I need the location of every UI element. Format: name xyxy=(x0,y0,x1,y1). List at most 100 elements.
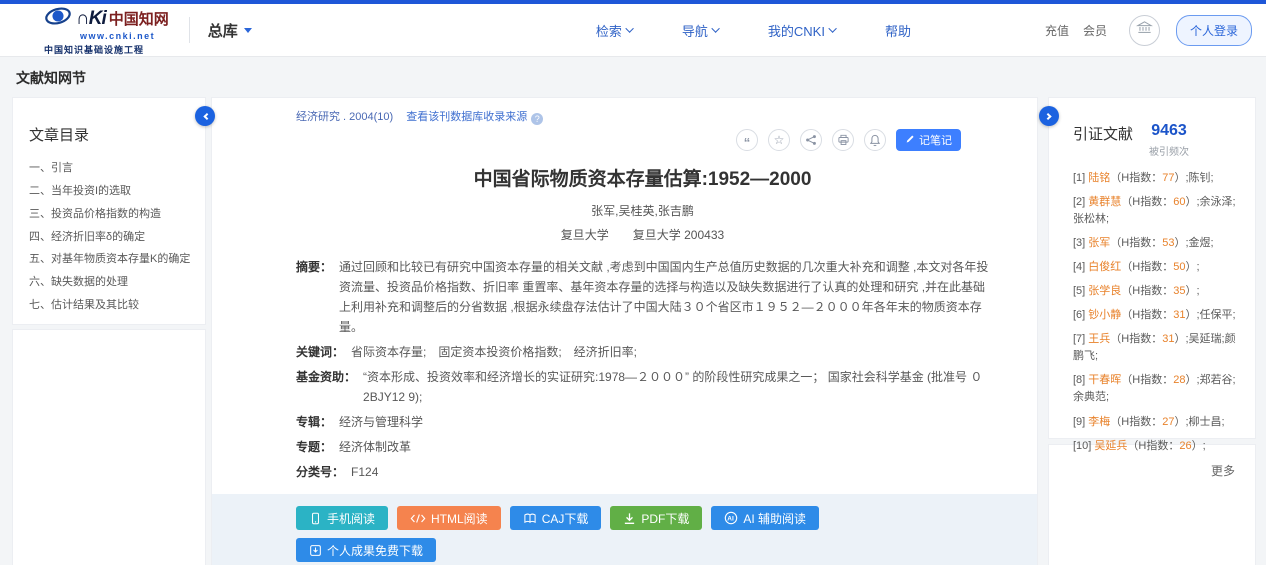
quote-icon[interactable]: “ xyxy=(736,129,758,151)
citation-coauthors: ;柳士昌; xyxy=(1186,416,1225,428)
citation-h-suffix: ） xyxy=(1186,309,1197,321)
collapse-right-panel-button[interactable] xyxy=(1039,106,1059,126)
nav-item-我的CNKI[interactable]: 我的CNKI xyxy=(768,21,837,40)
logo-cn-name: 中国知网 xyxy=(109,8,169,29)
article-fields: 摘要： 通过回顾和比较已有研究中国资本存量的相关文献 ,考虑到中国国内生产总值历… xyxy=(296,257,989,482)
breadcrumb: 文献知网节 xyxy=(16,70,86,86)
action-button-label: CAJ下载 xyxy=(542,510,589,527)
action-button-手机阅读[interactable]: 手机阅读 xyxy=(296,506,388,530)
toc-item[interactable]: 三、投资品价格指数的构造 xyxy=(29,207,195,222)
citation-h-label: （H指数： xyxy=(1110,333,1162,345)
action-button-AI 辅助阅读[interactable]: AIAI 辅助阅读 xyxy=(711,506,819,530)
personal-login-button[interactable]: 个人登录 xyxy=(1176,15,1252,46)
article-toolbar: “ ☆ 记笔记 xyxy=(296,129,961,151)
nav-item-检索[interactable]: 检索 xyxy=(596,21,634,40)
member-link[interactable]: 会员 xyxy=(1083,22,1107,39)
toc-title: 文章目录 xyxy=(29,124,195,145)
nav-item-导航[interactable]: 导航 xyxy=(682,21,720,40)
toc-item[interactable]: 一、引言 xyxy=(29,161,195,176)
nav-item-label: 帮助 xyxy=(885,21,911,40)
citation-author-link[interactable]: 李梅 xyxy=(1088,416,1110,428)
citation-author-link[interactable]: 张学良 xyxy=(1088,285,1121,297)
action-button-个人成果免费下载[interactable]: 个人成果免费下载 xyxy=(296,538,436,562)
citation-h-suffix: ） xyxy=(1175,333,1186,345)
citation-author-link[interactable]: 白俊红 xyxy=(1088,261,1121,273)
help-icon[interactable] xyxy=(531,113,543,125)
right-column: 引证文献 9463 被引频次 [1] 陆铭（H指数：77）;陈钊;[2] 黄群慧… xyxy=(1048,97,1256,565)
recharge-link[interactable]: 充值 xyxy=(1045,22,1069,39)
citation-h-label: （H指数： xyxy=(1121,285,1173,297)
keywords-text[interactable]: 省际资本存量; 固定资本投资价格指数; 经济折旧率; xyxy=(351,342,989,362)
clc-label: 分类号： xyxy=(296,462,344,482)
breadcrumb-row: 文献知网节 xyxy=(0,57,1266,97)
citation-author-link[interactable]: 陆铭 xyxy=(1088,172,1110,184)
article-authors[interactable]: 张军,吴桂英,张吉鹏 xyxy=(296,202,989,219)
left-secondary-panel xyxy=(12,329,206,565)
article-affiliation[interactable]: 复旦大学 复旦大学 200433 xyxy=(296,226,989,243)
abstract-row: 摘要： 通过回顾和比较已有研究中国资本存量的相关文献 ,考虑到中国国内生产总值历… xyxy=(296,257,989,337)
action-buttons-row2: 个人成果免费下载 xyxy=(296,538,989,562)
citation-coauthors: ; xyxy=(1197,285,1200,297)
action-button-label: PDF下载 xyxy=(641,510,689,527)
bell-icon[interactable] xyxy=(864,129,886,151)
citation-h-suffix: ） xyxy=(1175,172,1186,184)
institution-login-button[interactable] xyxy=(1129,15,1160,46)
keywords-row: 关键词： 省际资本存量; 固定资本投资价格指数; 经济折旧率; xyxy=(296,342,989,362)
citation-author-link[interactable]: 黄群慧 xyxy=(1088,196,1121,208)
share-icon[interactable] xyxy=(800,129,822,151)
citation-index: [3] xyxy=(1073,237,1088,249)
citations-more-link[interactable]: 更多 xyxy=(1073,462,1241,479)
citation-author-link[interactable]: 干春晖 xyxy=(1088,374,1121,386)
toc-item[interactable]: 五、对基年物质资本存量K的确定 xyxy=(29,252,195,267)
database-switcher[interactable]: 总库 xyxy=(208,20,252,41)
tray-icon xyxy=(309,544,322,557)
citation-h-label: （H指数： xyxy=(1121,196,1173,208)
citation-author-link[interactable]: 钞小静 xyxy=(1088,309,1121,321)
toc-item[interactable]: 六、缺失数据的处理 xyxy=(29,275,195,290)
main-column: 经济研究 . 2004(10) 查看该刊数据库收录来源 “ ☆ xyxy=(211,97,1038,565)
citation-author-link[interactable]: 张军 xyxy=(1088,237,1110,249)
clc-row: 分类号： F124 xyxy=(296,462,989,482)
main-nav: 检索 导航 我的CNKI 帮助 xyxy=(596,21,959,40)
action-button-HTML阅读[interactable]: HTML阅读 xyxy=(397,506,501,530)
citations-panel: 引证文献 9463 被引频次 [1] 陆铭（H指数：77）;陈钊;[2] 黄群慧… xyxy=(1048,97,1256,439)
album-row: 专辑： 经济与管理科学 xyxy=(296,412,989,432)
action-button-PDF下载[interactable]: PDF下载 xyxy=(610,506,702,530)
citation-author-link[interactable]: 吴延兵 xyxy=(1094,440,1127,452)
toc-item[interactable]: 七、估计结果及其比较 xyxy=(29,298,195,313)
toc-item[interactable]: 二、当年投资I的选取 xyxy=(29,184,195,199)
collapse-left-panel-button[interactable] xyxy=(195,106,215,126)
citations-count[interactable]: 9463 xyxy=(1149,122,1189,140)
citation-item: [8] 干春晖（H指数：28）;郑若谷;余典范; xyxy=(1073,372,1239,406)
action-button-label: 手机阅读 xyxy=(327,510,375,527)
header-divider xyxy=(189,17,190,43)
citation-item: [10] 吴延兵（H指数：26）; xyxy=(1073,438,1239,455)
article-actions-section: 手机阅读HTML阅读CAJ下载PDF下载AIAI 辅助阅读 个人成果免费下载 下… xyxy=(212,494,1037,565)
citation-h-suffix: ） xyxy=(1186,196,1197,208)
citations-count-block[interactable]: 9463 被引频次 xyxy=(1149,122,1189,158)
citation-coauthors: ;陈钊; xyxy=(1186,172,1214,184)
citation-h-label: （H指数： xyxy=(1110,237,1162,249)
citation-item: [3] 张军（H指数：53）;金煜; xyxy=(1073,235,1239,252)
citation-h-suffix: ） xyxy=(1186,374,1197,386)
cnki-logo[interactable]: ∩Ki 中国知网 www.cnki.net 中国知识基础设施工程 xyxy=(44,4,169,56)
citation-author-link[interactable]: 王兵 xyxy=(1088,333,1110,345)
abstract-text: 通过回顾和比较已有研究中国资本存量的相关文献 ,考虑到中国国内生产总值历史数据的… xyxy=(339,257,989,337)
fund-text[interactable]: “资本形成、投资效率和经济增长的实证研究:1978—２０００” 的阶段性研究成果… xyxy=(363,367,989,407)
action-button-CAJ下载[interactable]: CAJ下载 xyxy=(510,506,602,530)
citation-h-label: （H指数： xyxy=(1127,440,1179,452)
header: ∩Ki 中国知网 www.cnki.net 中国知识基础设施工程 总库 检索 导航… xyxy=(0,4,1266,57)
star-icon[interactable]: ☆ xyxy=(768,129,790,151)
source-database-link[interactable]: 查看该刊数据库收录来源 xyxy=(406,111,527,123)
citation-h-label: （H指数： xyxy=(1121,261,1173,273)
nav-item-帮助[interactable]: 帮助 xyxy=(885,21,911,40)
journal-link[interactable]: 经济研究 xyxy=(296,111,340,123)
fund-label: 基金资助： xyxy=(296,367,356,407)
take-note-button[interactable]: 记笔记 xyxy=(896,129,961,151)
citations-list: [1] 陆铭（H指数：77）;陈钊;[2] 黄群慧（H指数：60）;余泳泽;张松… xyxy=(1073,170,1241,455)
toc-item[interactable]: 四、经济折旧率δ的确定 xyxy=(29,230,195,245)
citation-index: [1] xyxy=(1073,172,1088,184)
print-icon[interactable] xyxy=(832,129,854,151)
citation-h-value: 27 xyxy=(1162,416,1174,428)
citation-index: [6] xyxy=(1073,309,1088,321)
